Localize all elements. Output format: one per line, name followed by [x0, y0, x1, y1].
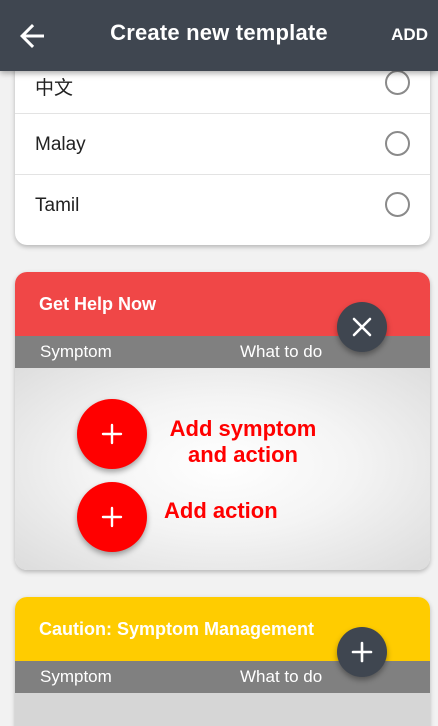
- add-symptom-and-action-button[interactable]: [77, 399, 147, 469]
- language-label: 中文: [35, 78, 74, 99]
- plus-icon: [351, 641, 373, 663]
- close-icon: [352, 317, 372, 337]
- language-label: Malay: [35, 134, 86, 155]
- page-title: Create new template: [110, 20, 328, 45]
- app-bar: Create new template ADD: [0, 0, 438, 71]
- card-title: Caution: Symptom Management: [39, 619, 315, 639]
- column-what-to-do: What to do: [240, 342, 323, 361]
- language-radio[interactable]: [385, 70, 410, 95]
- card-title: Get Help Now: [39, 294, 157, 314]
- plus-icon: [101, 423, 123, 445]
- add-action-label[interactable]: Add action: [164, 498, 278, 524]
- add-action-button[interactable]: [77, 482, 147, 552]
- language-label: Tamil: [35, 195, 80, 216]
- language-row-malay[interactable]: Malay: [15, 114, 430, 175]
- column-symptom: Symptom: [40, 342, 112, 361]
- add-button[interactable]: ADD: [391, 25, 428, 45]
- add-symptom-and-action-label[interactable]: Add symptom and action: [160, 416, 326, 468]
- card-body: [15, 368, 430, 570]
- column-symptom: Symptom: [40, 667, 112, 686]
- language-radio[interactable]: [385, 192, 410, 217]
- expand-button[interactable]: [337, 627, 387, 677]
- language-radio[interactable]: [385, 131, 410, 156]
- column-what-to-do: What to do: [240, 667, 323, 686]
- language-row-tamil[interactable]: Tamil: [15, 175, 430, 236]
- close-button[interactable]: [337, 302, 387, 352]
- plus-icon: [101, 506, 123, 528]
- card-body: [15, 693, 430, 726]
